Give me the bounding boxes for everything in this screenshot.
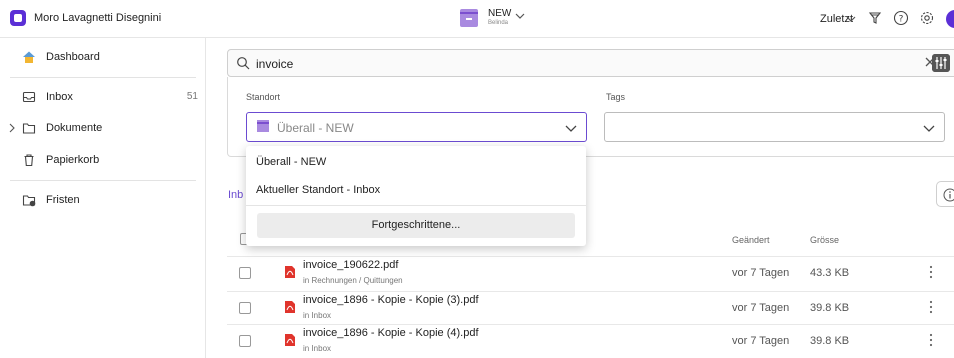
filter-panel: Standort Überall - NEW Tags: [227, 77, 954, 157]
standort-label: Standort: [246, 92, 281, 102]
row-checkbox[interactable]: [239, 302, 251, 314]
sidebar-item-label: Inbox: [46, 91, 73, 103]
funnel-icon[interactable]: [867, 10, 883, 26]
more-options-icon[interactable]: [929, 333, 933, 347]
table-row[interactable]: invoice_1896 - Kopie - Kopie (3).pdf in …: [227, 291, 954, 324]
search-icon: [237, 57, 250, 70]
advanced-button-label: Fortgeschrittene...: [371, 219, 461, 231]
divider: [246, 205, 586, 206]
file-name[interactable]: invoice_1896 - Kopie - Kopie (4).pdf: [303, 327, 479, 339]
dropdown-option-everywhere[interactable]: Überall - NEW: [256, 156, 326, 168]
file-changed: vor 7 Tagen: [732, 267, 790, 279]
pdf-file-icon: [285, 334, 295, 346]
folder-icon: [22, 123, 36, 134]
dropdown-option-current-location[interactable]: Aktueller Standort - Inbox: [256, 184, 380, 196]
more-options-icon[interactable]: [929, 300, 933, 314]
file-location: in Inbox: [303, 311, 332, 320]
tags-label: Tags: [606, 92, 626, 102]
file-name[interactable]: invoice_1896 - Kopie - Kopie (3).pdf: [303, 294, 479, 306]
sidebar-item-label: Dashboard: [46, 51, 100, 63]
search-input[interactable]: invoice: [256, 57, 293, 71]
pdf-file-icon: [285, 266, 295, 278]
file-size: 43.3 KB: [810, 267, 850, 279]
row-checkbox[interactable]: [239, 267, 251, 279]
more-options-icon[interactable]: [929, 265, 933, 279]
inbox-icon: [22, 91, 36, 103]
home-icon: [23, 51, 35, 63]
help-icon[interactable]: ?: [893, 10, 909, 26]
filter-sliders-icon[interactable]: [932, 54, 950, 72]
breadcrumb[interactable]: Inb: [228, 189, 243, 201]
sidebar: Dashboard Inbox 51 Dokumente Papierkorb …: [0, 38, 206, 358]
chevron-down-icon[interactable]: [515, 11, 525, 21]
chevron-right-icon[interactable]: [8, 123, 16, 133]
file-changed: vor 7 Tagen: [732, 302, 790, 314]
standort-dropdown-menu: Überall - NEW Aktueller Standort - Inbox…: [246, 146, 586, 246]
info-icon: [943, 188, 954, 202]
file-size: 39.8 KB: [810, 335, 850, 347]
sidebar-item-label: Papierkorb: [46, 154, 100, 166]
sidebar-item-label: Dokumente: [46, 122, 103, 134]
settings-gear-icon[interactable]: [919, 10, 935, 26]
tags-select[interactable]: [604, 112, 945, 142]
standort-select[interactable]: Überall - NEW: [246, 112, 587, 142]
archive-box-icon: [257, 120, 269, 132]
calendar-clock-icon: [22, 195, 36, 207]
divider: [10, 180, 196, 181]
advanced-button[interactable]: Fortgeschrittene...: [257, 213, 575, 238]
sidebar-item-label: Fristen: [46, 194, 80, 206]
organization-name[interactable]: Moro Lavagnetti Disegnini: [34, 12, 161, 24]
chevron-down-icon[interactable]: [846, 15, 856, 23]
chevron-down-icon: [923, 125, 935, 132]
column-header-changed[interactable]: Geändert: [732, 235, 770, 245]
inbox-count-badge: 51: [186, 91, 198, 102]
file-changed: vor 7 Tagen: [732, 335, 790, 347]
row-checkbox[interactable]: [239, 335, 251, 347]
user-avatar[interactable]: [946, 10, 954, 28]
file-location: in Rechnungen / Quittungen: [303, 276, 403, 285]
file-location: in Inbox: [303, 344, 332, 353]
column-header-size[interactable]: Grösse: [810, 235, 839, 245]
divider: [10, 77, 196, 78]
svg-text:?: ?: [899, 15, 904, 25]
file-name[interactable]: invoice_190622.pdf: [303, 259, 398, 271]
search-bar[interactable]: invoice: [227, 49, 954, 77]
archive-box-icon[interactable]: [460, 9, 478, 27]
standort-value: Überall - NEW: [277, 121, 354, 135]
sidebar-item-dashboard[interactable]: Dashboard: [0, 46, 206, 68]
sidebar-item-inbox[interactable]: Inbox 51: [0, 86, 206, 108]
chevron-down-icon: [565, 125, 577, 132]
sidebar-item-papierkorb[interactable]: Papierkorb: [0, 149, 206, 171]
top-bar: Moro Lavagnetti Disegnini NEW Belinda Zu…: [0, 0, 954, 38]
workspace-name[interactable]: NEW: [488, 8, 511, 19]
sidebar-item-fristen[interactable]: Fristen: [0, 189, 206, 211]
table-row[interactable]: invoice_190622.pdf in Rechnungen / Quitt…: [227, 256, 954, 289]
table-row[interactable]: invoice_1896 - Kopie - Kopie (4).pdf in …: [227, 324, 954, 357]
brand-logo[interactable]: [10, 10, 26, 26]
trash-icon: [24, 154, 34, 167]
workspace-user: Belinda: [488, 20, 509, 26]
sidebar-item-dokumente[interactable]: Dokumente: [0, 117, 206, 139]
pdf-file-icon: [285, 301, 295, 313]
info-button[interactable]: [936, 181, 954, 207]
file-size: 39.8 KB: [810, 302, 850, 314]
